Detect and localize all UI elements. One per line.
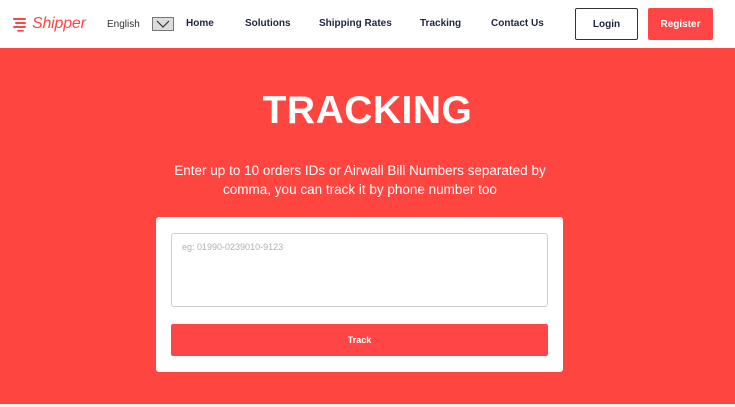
nav-link-home[interactable]: Home (186, 18, 214, 29)
nav-link-tracking[interactable]: Tracking (420, 18, 461, 29)
top-navbar: Shipper English Home Solutions Shipping … (0, 0, 735, 48)
nav-link-contact-us[interactable]: Contact Us (491, 18, 544, 29)
brand-name: Shipper (32, 15, 86, 32)
nav-link-shipping-rates[interactable]: Shipping Rates (319, 18, 392, 29)
tracking-number-input[interactable] (171, 233, 548, 307)
track-button[interactable]: Track (171, 324, 548, 356)
tracking-hero: TRACKING Enter up to 10 orders IDs or Ai… (0, 48, 735, 404)
login-button[interactable]: Login (575, 8, 638, 40)
tracking-card: Track (156, 217, 563, 372)
page-title: TRACKING (262, 89, 473, 132)
tracking-description: Enter up to 10 orders IDs or Airwall Bil… (174, 163, 546, 197)
nav-link-solutions[interactable]: Solutions (245, 18, 291, 29)
brand-logo[interactable]: Shipper (12, 13, 86, 35)
language-label: English (107, 18, 140, 30)
language-selector[interactable]: English (107, 17, 174, 31)
register-button[interactable]: Register (648, 8, 713, 40)
chevron-down-icon[interactable] (151, 17, 174, 31)
shipper-lines-icon (12, 16, 28, 32)
